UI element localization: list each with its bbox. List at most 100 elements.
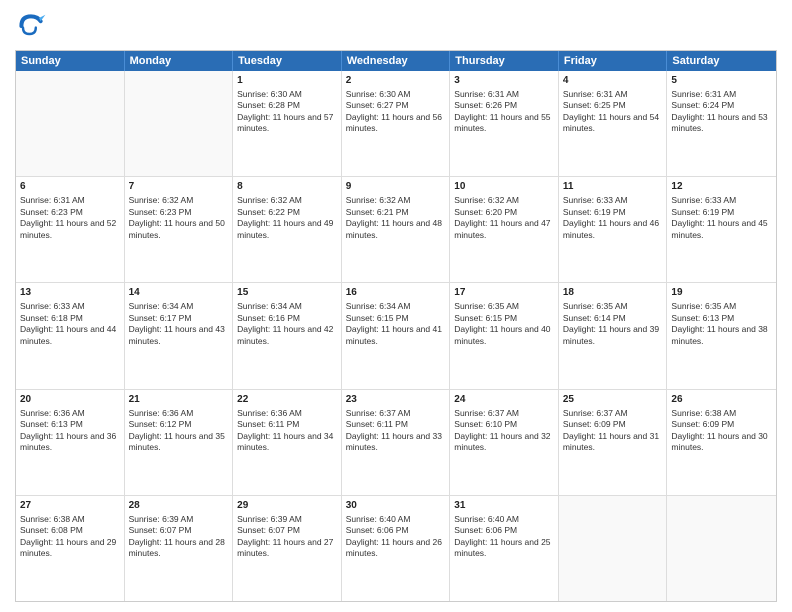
day-number: 31	[454, 499, 554, 512]
day-number: 30	[346, 499, 446, 512]
cell-info: Sunrise: 6:38 AM Sunset: 6:08 PM Dayligh…	[20, 514, 120, 560]
cell-info: Sunrise: 6:35 AM Sunset: 6:13 PM Dayligh…	[671, 301, 772, 347]
cell-info: Sunrise: 6:30 AM Sunset: 6:27 PM Dayligh…	[346, 89, 446, 135]
cell-info: Sunrise: 6:31 AM Sunset: 6:25 PM Dayligh…	[563, 89, 663, 135]
calendar-cell-empty-4-6	[667, 496, 776, 601]
day-number: 18	[563, 286, 663, 299]
header	[15, 10, 777, 42]
day-header-saturday: Saturday	[667, 51, 776, 71]
calendar-cell-29: 29Sunrise: 6:39 AM Sunset: 6:07 PM Dayli…	[233, 496, 342, 601]
page: SundayMondayTuesdayWednesdayThursdayFrid…	[0, 0, 792, 612]
calendar-cell-22: 22 Sunrise: 6:36 AM Sunset: 6:11 PM Dayli…	[233, 390, 342, 495]
cell-info: Sunrise: 6:31 AM Sunset: 6:23 PM Dayligh…	[20, 195, 120, 241]
day-number: 21	[129, 393, 229, 406]
day-header-tuesday: Tuesday	[233, 51, 342, 71]
calendar-body: 1Sunrise: 6:30 AM Sunset: 6:28 PM Daylig…	[16, 71, 776, 601]
logo	[15, 10, 51, 42]
cell-info: Sunrise: 6:32 AM Sunset: 6:20 PM Dayligh…	[454, 195, 554, 241]
cell-info: Sunrise: 6:32 AM Sunset: 6:21 PM Dayligh…	[346, 195, 446, 241]
cell-info: Sunrise: 6:35 AM Sunset: 6:14 PM Dayligh…	[563, 301, 663, 347]
cell-info: Sunrise: 6:40 AM Sunset: 6:06 PM Dayligh…	[346, 514, 446, 560]
cell-info: Sunrise: 6:40 AM Sunset: 6:06 PM Dayligh…	[454, 514, 554, 560]
calendar-cell-21: 21 Sunrise: 6:36 AM Sunset: 6:12 PM Dayli…	[125, 390, 234, 495]
cell-info: Sunrise: 6:31 AM Sunset: 6:26 PM Dayligh…	[454, 89, 554, 135]
calendar-row-2: 13 Sunrise: 6:33 AM Sunset: 6:18 PM Dayli…	[16, 282, 776, 388]
day-number: 3	[454, 74, 554, 87]
cell-info: Sunrise: 6:33 AM Sunset: 6:18 PM Dayligh…	[20, 301, 120, 347]
day-number: 6	[20, 180, 120, 193]
calendar-row-3: 20 Sunrise: 6:36 AM Sunset: 6:13 PM Dayli…	[16, 389, 776, 495]
cell-info: Sunrise: 6:38 AM Sunset: 6:09 PM Dayligh…	[671, 408, 772, 454]
day-number: 13	[20, 286, 120, 299]
calendar-cell-empty-0-1	[125, 71, 234, 176]
calendar-cell-1: 1Sunrise: 6:30 AM Sunset: 6:28 PM Daylig…	[233, 71, 342, 176]
calendar-cell-27: 27 Sunrise: 6:38 AM Sunset: 6:08 PM Dayli…	[16, 496, 125, 601]
day-number: 24	[454, 393, 554, 406]
calendar-cell-25: 25 Sunrise: 6:37 AM Sunset: 6:09 PM Dayli…	[559, 390, 668, 495]
calendar-header: SundayMondayTuesdayWednesdayThursdayFrid…	[16, 51, 776, 71]
cell-info: Sunrise: 6:35 AM Sunset: 6:15 PM Dayligh…	[454, 301, 554, 347]
day-number: 20	[20, 393, 120, 406]
day-number: 17	[454, 286, 554, 299]
day-number: 25	[563, 393, 663, 406]
calendar-cell-15: 15Sunrise: 6:34 AM Sunset: 6:16 PM Dayli…	[233, 283, 342, 388]
day-number: 28	[129, 499, 229, 512]
calendar-cell-11: 11 Sunrise: 6:33 AM Sunset: 6:19 PM Dayli…	[559, 177, 668, 282]
calendar-cell-17: 17 Sunrise: 6:35 AM Sunset: 6:15 PM Dayli…	[450, 283, 559, 388]
cell-info: Sunrise: 6:36 AM Sunset: 6:12 PM Dayligh…	[129, 408, 229, 454]
cell-info: Sunrise: 6:39 AM Sunset: 6:07 PM Dayligh…	[237, 514, 337, 560]
cell-info: Sunrise: 6:37 AM Sunset: 6:11 PM Dayligh…	[346, 408, 446, 454]
cell-info: Sunrise: 6:39 AM Sunset: 6:07 PM Dayligh…	[129, 514, 229, 560]
cell-info: Sunrise: 6:32 AM Sunset: 6:22 PM Dayligh…	[237, 195, 337, 241]
day-header-wednesday: Wednesday	[342, 51, 451, 71]
calendar-cell-20: 20 Sunrise: 6:36 AM Sunset: 6:13 PM Dayli…	[16, 390, 125, 495]
day-number: 5	[671, 74, 772, 87]
calendar-cell-13: 13 Sunrise: 6:33 AM Sunset: 6:18 PM Dayli…	[16, 283, 125, 388]
calendar-row-0: 1Sunrise: 6:30 AM Sunset: 6:28 PM Daylig…	[16, 71, 776, 176]
calendar-cell-14: 14Sunrise: 6:34 AM Sunset: 6:17 PM Dayli…	[125, 283, 234, 388]
day-header-friday: Friday	[559, 51, 668, 71]
day-header-monday: Monday	[125, 51, 234, 71]
calendar-cell-5: 5Sunrise: 6:31 AM Sunset: 6:24 PM Daylig…	[667, 71, 776, 176]
calendar-cell-9: 9Sunrise: 6:32 AM Sunset: 6:21 PM Daylig…	[342, 177, 451, 282]
day-number: 11	[563, 180, 663, 193]
calendar-cell-19: 19 Sunrise: 6:35 AM Sunset: 6:13 PM Dayli…	[667, 283, 776, 388]
day-number: 19	[671, 286, 772, 299]
cell-info: Sunrise: 6:37 AM Sunset: 6:09 PM Dayligh…	[563, 408, 663, 454]
day-number: 15	[237, 286, 337, 299]
cell-info: Sunrise: 6:36 AM Sunset: 6:13 PM Dayligh…	[20, 408, 120, 454]
cell-info: Sunrise: 6:34 AM Sunset: 6:15 PM Dayligh…	[346, 301, 446, 347]
day-number: 16	[346, 286, 446, 299]
calendar-row-1: 6 Sunrise: 6:31 AM Sunset: 6:23 PM Daylig…	[16, 176, 776, 282]
calendar-cell-2: 2Sunrise: 6:30 AM Sunset: 6:27 PM Daylig…	[342, 71, 451, 176]
calendar-cell-23: 23 Sunrise: 6:37 AM Sunset: 6:11 PM Dayli…	[342, 390, 451, 495]
day-number: 26	[671, 393, 772, 406]
day-number: 4	[563, 74, 663, 87]
calendar: SundayMondayTuesdayWednesdayThursdayFrid…	[15, 50, 777, 602]
cell-info: Sunrise: 6:33 AM Sunset: 6:19 PM Dayligh…	[563, 195, 663, 241]
day-number: 1	[237, 74, 337, 87]
calendar-cell-empty-4-5	[559, 496, 668, 601]
day-number: 8	[237, 180, 337, 193]
calendar-cell-16: 16 Sunrise: 6:34 AM Sunset: 6:15 PM Dayli…	[342, 283, 451, 388]
calendar-cell-30: 30 Sunrise: 6:40 AM Sunset: 6:06 PM Dayli…	[342, 496, 451, 601]
calendar-cell-8: 8 Sunrise: 6:32 AM Sunset: 6:22 PM Daylig…	[233, 177, 342, 282]
day-number: 7	[129, 180, 229, 193]
calendar-cell-12: 12Sunrise: 6:33 AM Sunset: 6:19 PM Dayli…	[667, 177, 776, 282]
cell-info: Sunrise: 6:32 AM Sunset: 6:23 PM Dayligh…	[129, 195, 229, 241]
cell-info: Sunrise: 6:37 AM Sunset: 6:10 PM Dayligh…	[454, 408, 554, 454]
cell-info: Sunrise: 6:36 AM Sunset: 6:11 PM Dayligh…	[237, 408, 337, 454]
calendar-row-4: 27 Sunrise: 6:38 AM Sunset: 6:08 PM Dayli…	[16, 495, 776, 601]
day-number: 23	[346, 393, 446, 406]
calendar-cell-28: 28 Sunrise: 6:39 AM Sunset: 6:07 PM Dayli…	[125, 496, 234, 601]
calendar-cell-18: 18 Sunrise: 6:35 AM Sunset: 6:14 PM Dayli…	[559, 283, 668, 388]
day-number: 10	[454, 180, 554, 193]
calendar-cell-6: 6 Sunrise: 6:31 AM Sunset: 6:23 PM Daylig…	[16, 177, 125, 282]
day-number: 22	[237, 393, 337, 406]
calendar-cell-31: 31 Sunrise: 6:40 AM Sunset: 6:06 PM Dayli…	[450, 496, 559, 601]
logo-icon	[15, 10, 47, 42]
day-number: 12	[671, 180, 772, 193]
day-number: 27	[20, 499, 120, 512]
calendar-cell-empty-0-0	[16, 71, 125, 176]
calendar-cell-10: 10 Sunrise: 6:32 AM Sunset: 6:20 PM Dayli…	[450, 177, 559, 282]
